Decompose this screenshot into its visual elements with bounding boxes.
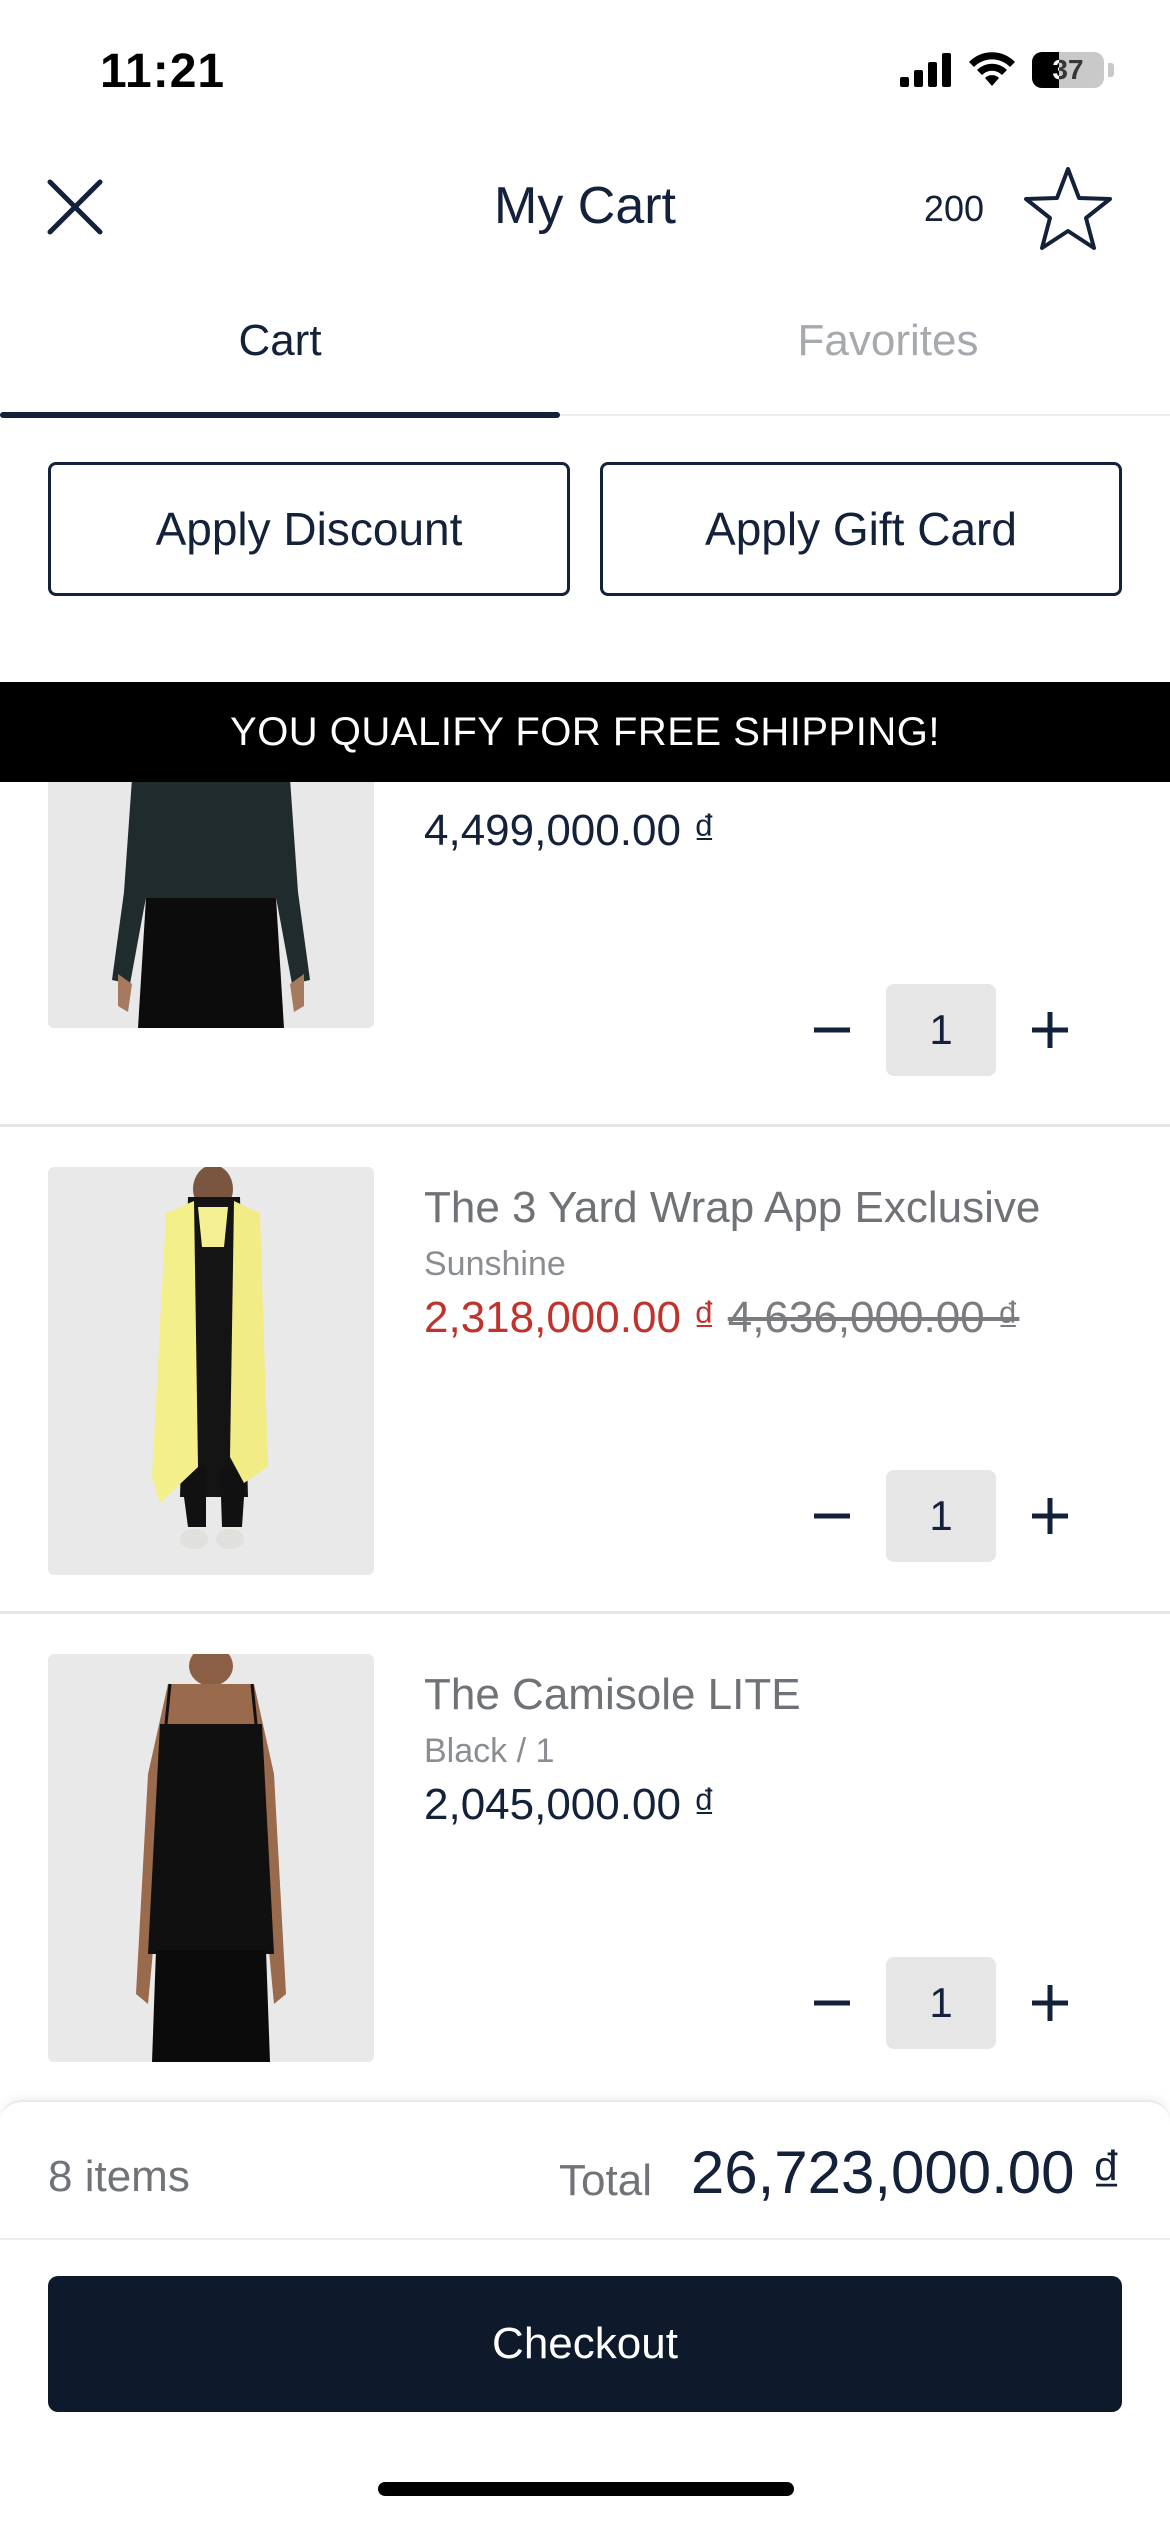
item-price: 4,499,000.00 ₫ (424, 806, 716, 855)
status-time: 11:21 (100, 45, 226, 98)
quantity-stepper: 1 (800, 1957, 1090, 2049)
increase-quantity-button[interactable] (1018, 1971, 1082, 2035)
quantity-value[interactable]: 1 (886, 1470, 996, 1562)
apply-discount-button[interactable]: Apply Discount (48, 462, 570, 596)
total-label: Total (559, 2156, 652, 2205)
tab-active-underline (0, 412, 560, 418)
battery-nub (1108, 63, 1114, 77)
battery-level: 37 (1052, 54, 1084, 85)
tab-bar: Cart Favorites (0, 296, 1170, 418)
cart-item: The Camisole LITE Black / 1 2,045,000.00… (0, 1614, 1170, 2102)
minus-icon (814, 1513, 850, 1519)
plus-icon (1032, 1012, 1068, 1048)
product-photo (48, 1654, 374, 2062)
minus-icon (814, 2000, 850, 2006)
minus-icon (814, 1027, 850, 1033)
quantity-stepper: 1 (800, 984, 1090, 1076)
footer-divider (0, 2238, 1170, 2240)
item-count: 8 items (48, 2152, 190, 2201)
item-price: 2,318,000.00 ₫ 4,636,000.00 ₫ (424, 1293, 1019, 1343)
apply-gift-card-button[interactable]: Apply Gift Card (600, 462, 1122, 596)
total-value: 26,723,000.00 ₫ (690, 2139, 1122, 2206)
item-original-price: 4,636,000.00 ₫ (727, 1293, 1020, 1342)
product-image[interactable] (48, 782, 374, 1028)
item-variant: Black / 1 (424, 1732, 555, 1770)
decrease-quantity-button[interactable] (800, 1971, 864, 2035)
tab-cart-label: Cart (238, 316, 322, 365)
decrease-quantity-button[interactable] (800, 998, 864, 1062)
battery-icon: 37 (1032, 52, 1104, 88)
plus-icon (1032, 1985, 1068, 2021)
decrease-quantity-button[interactable] (800, 1484, 864, 1548)
cart-items-list[interactable]: 4,499,000.00 ₫ 1 The 3 Yard Wrap App Exc… (0, 782, 1170, 2102)
item-price: 2,045,000.00 ₫ (424, 1780, 716, 1829)
page-title: My Cart (494, 177, 676, 235)
item-sale-price: 2,318,000.00 ₫ (424, 1293, 716, 1342)
cart-footer: 8 items Total 26,723,000.00 ₫ Checkout (0, 2100, 1170, 2532)
status-bar: 11:21 37 (0, 0, 1170, 150)
cellular-signal-icon (900, 53, 951, 87)
product-image[interactable] (48, 1167, 374, 1575)
increase-quantity-button[interactable] (1018, 998, 1082, 1062)
tab-favorites[interactable]: Favorites (608, 296, 1168, 416)
item-name[interactable]: The 3 Yard Wrap App Exclusive (424, 1183, 1040, 1233)
plus-icon (1032, 1498, 1068, 1534)
favorites-count: 200 (923, 188, 984, 229)
header: My Cart 200 (0, 150, 1170, 266)
item-name[interactable]: The Camisole LITE (424, 1670, 801, 1720)
cart-item: The 3 Yard Wrap App Exclusive Sunshine 2… (0, 1127, 1170, 1614)
product-photo (48, 1167, 374, 1575)
favorites-star-button[interactable] (1020, 160, 1116, 256)
cart-item: 4,499,000.00 ₫ 1 (0, 782, 1170, 1127)
status-icons: 37 (900, 52, 1114, 88)
quantity-value[interactable]: 1 (886, 1957, 996, 2049)
product-photo (48, 782, 374, 1028)
product-image[interactable] (48, 1654, 374, 2062)
tab-cart[interactable]: Cart (0, 296, 560, 418)
wifi-icon (969, 52, 1015, 86)
home-indicator[interactable] (378, 2482, 794, 2496)
item-variant: Sunshine (424, 1245, 566, 1283)
free-shipping-banner: YOU QUALIFY FOR FREE SHIPPING! (0, 682, 1170, 782)
checkout-button[interactable]: Checkout (48, 2276, 1122, 2412)
increase-quantity-button[interactable] (1018, 1484, 1082, 1548)
cart-actions: Apply Discount Apply Gift Card (48, 462, 1122, 596)
quantity-value[interactable]: 1 (886, 984, 996, 1076)
quantity-stepper: 1 (800, 1470, 1090, 1562)
star-icon (1024, 167, 1112, 250)
tab-favorites-label: Favorites (797, 316, 979, 365)
